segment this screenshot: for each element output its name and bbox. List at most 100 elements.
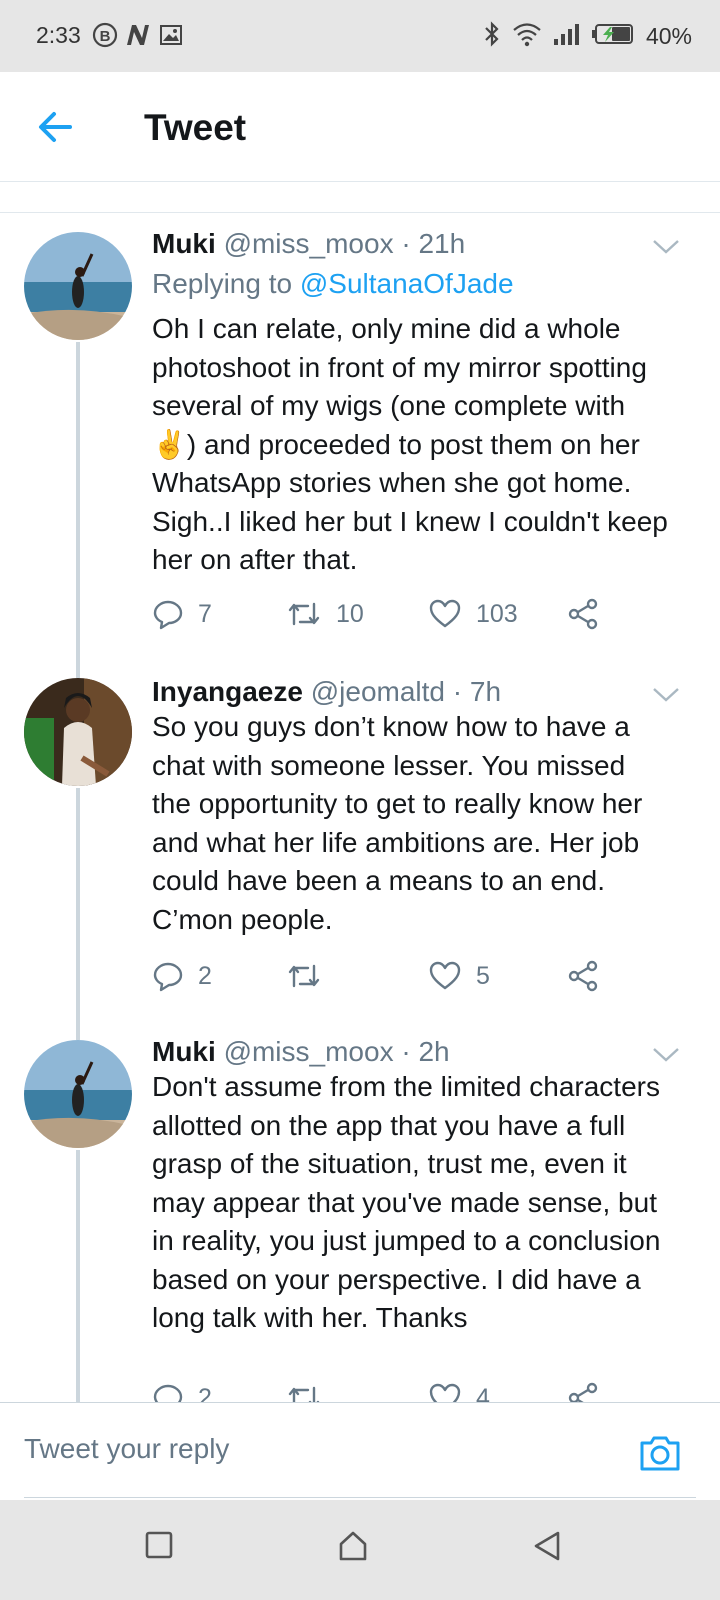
reply-count: 2 [198, 961, 212, 990]
system-nav-bar [0, 1500, 720, 1600]
share-button[interactable] [566, 1378, 600, 1402]
bluetooth-icon [482, 20, 502, 53]
reply-count: 7 [198, 599, 212, 628]
text-line: So you guys don’t know how to have a [152, 711, 630, 742]
tweet-text: So you guys don’t know how to have a cha… [152, 708, 697, 939]
tweet-actions: 2 4 [152, 1378, 622, 1402]
like-button[interactable]: 4 [428, 1378, 490, 1402]
status-bar: 2:33 B 40% [0, 0, 720, 72]
reply-button[interactable]: 2 [152, 956, 212, 996]
reply-icon [152, 1382, 184, 1402]
share-icon [566, 960, 600, 992]
text-line: photoshoot in front of my mirror spottin… [152, 351, 647, 383]
page-title: Tweet [144, 107, 247, 148]
avatar[interactable] [24, 1040, 132, 1148]
retweet-icon [286, 960, 322, 992]
retweet-icon [286, 1382, 322, 1402]
tweet-thread[interactable]: Muki @miss_moox · 21h Replying to @Sulta… [0, 214, 720, 1402]
timestamp[interactable]: 2h [418, 1036, 449, 1067]
like-count: 103 [476, 599, 518, 628]
timestamp[interactable]: 7h [470, 676, 501, 707]
text-line: long talk with her. Thanks [152, 1302, 468, 1333]
tweet-text: Oh I can relate, only mine did a whole p… [152, 310, 697, 580]
share-icon [566, 598, 600, 630]
thread-line [76, 664, 80, 678]
like-button[interactable]: 103 [428, 594, 518, 634]
separator: · [452, 676, 463, 707]
username[interactable]: @miss_moox [224, 1036, 394, 1067]
text-line: in reality, you just jumped to a conclus… [152, 1225, 661, 1256]
reply-count: 2 [198, 1383, 212, 1403]
text-line: several of my wigs (one complete with [152, 390, 626, 421]
text-line: chat with someone lesser. You missed [152, 749, 626, 781]
username[interactable]: @jeomaltd [311, 676, 445, 707]
heart-icon [428, 960, 462, 992]
text-line: ✌️) and proceeded to post them on her [152, 428, 640, 460]
reply-button[interactable]: 2 [152, 1378, 212, 1402]
text-line: and what her life ambitions are. Her job [152, 826, 640, 858]
tweet-text: Don't assume from the limited characters… [152, 1068, 697, 1338]
thread-line [76, 1024, 80, 1040]
home-icon[interactable] [338, 1530, 368, 1567]
like-count: 4 [476, 1383, 490, 1403]
heart-icon [428, 598, 462, 630]
retweet-icon [286, 598, 322, 630]
battery-charging-icon [590, 21, 636, 52]
timestamp[interactable]: 21h [418, 228, 465, 259]
chevron-down-icon[interactable] [652, 238, 680, 256]
reply-button[interactable]: 7 [152, 594, 212, 634]
like-button[interactable]: 5 [428, 956, 490, 996]
replying-to: Replying to @SultanaOfJade [152, 268, 514, 300]
battery-percent: 40% [645, 23, 692, 49]
display-name[interactable]: Muki [152, 1036, 216, 1067]
wifi-icon [512, 21, 542, 52]
avatar[interactable] [24, 678, 132, 786]
text-line: may appear that you've made sense, but [152, 1186, 657, 1218]
thread-line [76, 788, 80, 1024]
tweet-header: Inyangaeze @jeomaltd · 7h [152, 676, 501, 708]
tweet-actions: 2 5 [152, 956, 622, 996]
tweet[interactable]: Inyangaeze @jeomaltd · 7h So you guys do… [0, 664, 720, 1024]
thread-line [76, 1150, 80, 1402]
retweet-button[interactable] [286, 956, 336, 996]
reply-icon [152, 598, 184, 630]
share-button[interactable] [566, 594, 600, 634]
username[interactable]: @miss_moox [224, 228, 394, 259]
text-line: Oh I can relate, only mine did a whole [152, 313, 621, 344]
camera-icon[interactable] [638, 1433, 682, 1478]
image-icon [158, 22, 184, 53]
signal-icon [552, 21, 580, 52]
back-arrow-icon[interactable] [34, 105, 78, 149]
text-line: C’mon people. [152, 903, 333, 935]
back-triangle-icon[interactable] [532, 1530, 562, 1567]
like-count: 5 [476, 961, 490, 990]
text-line: based on your perspective. I did have a [152, 1263, 641, 1295]
display-name[interactable]: Muki [152, 228, 216, 259]
status-time: 2:33 [36, 22, 81, 48]
retweet-count: 10 [336, 599, 364, 628]
text-line: WhatsApp stories when she got home. [152, 467, 632, 498]
retweet-button[interactable]: 10 [286, 594, 364, 634]
tweet[interactable]: Muki @miss_moox · 21h Replying to @Sulta… [0, 214, 720, 664]
chevron-down-icon[interactable] [652, 1046, 680, 1064]
tweet-header: Muki @miss_moox · 2h [152, 1036, 450, 1068]
thread-line [76, 342, 80, 664]
text-line: Sigh..I liked her but I knew I couldn't … [152, 505, 668, 537]
tweet-header: Muki @miss_moox · 21h [152, 228, 465, 260]
text-line: Don't assume from the limited characters [152, 1071, 660, 1102]
reply-input[interactable] [24, 1433, 584, 1465]
retweet-button[interactable] [286, 1378, 336, 1402]
share-button[interactable] [566, 956, 600, 996]
avatar[interactable] [24, 232, 132, 340]
text-line: allotted on the app that you have a full [152, 1109, 626, 1141]
separator: · [401, 228, 411, 259]
recents-icon[interactable] [144, 1530, 174, 1565]
display-name[interactable]: Inyangaeze [152, 676, 303, 707]
heart-icon [428, 1382, 462, 1402]
text-line: grasp of the situation, trust me, even i… [152, 1148, 627, 1179]
app-header: Tweet [0, 72, 720, 182]
text-line: her on after that. [152, 544, 358, 575]
tweet[interactable]: Muki @miss_moox · 2h Don't assume from t… [0, 1024, 720, 1402]
mention-link[interactable]: @SultanaOfJade [300, 268, 514, 299]
chevron-down-icon[interactable] [652, 686, 680, 704]
